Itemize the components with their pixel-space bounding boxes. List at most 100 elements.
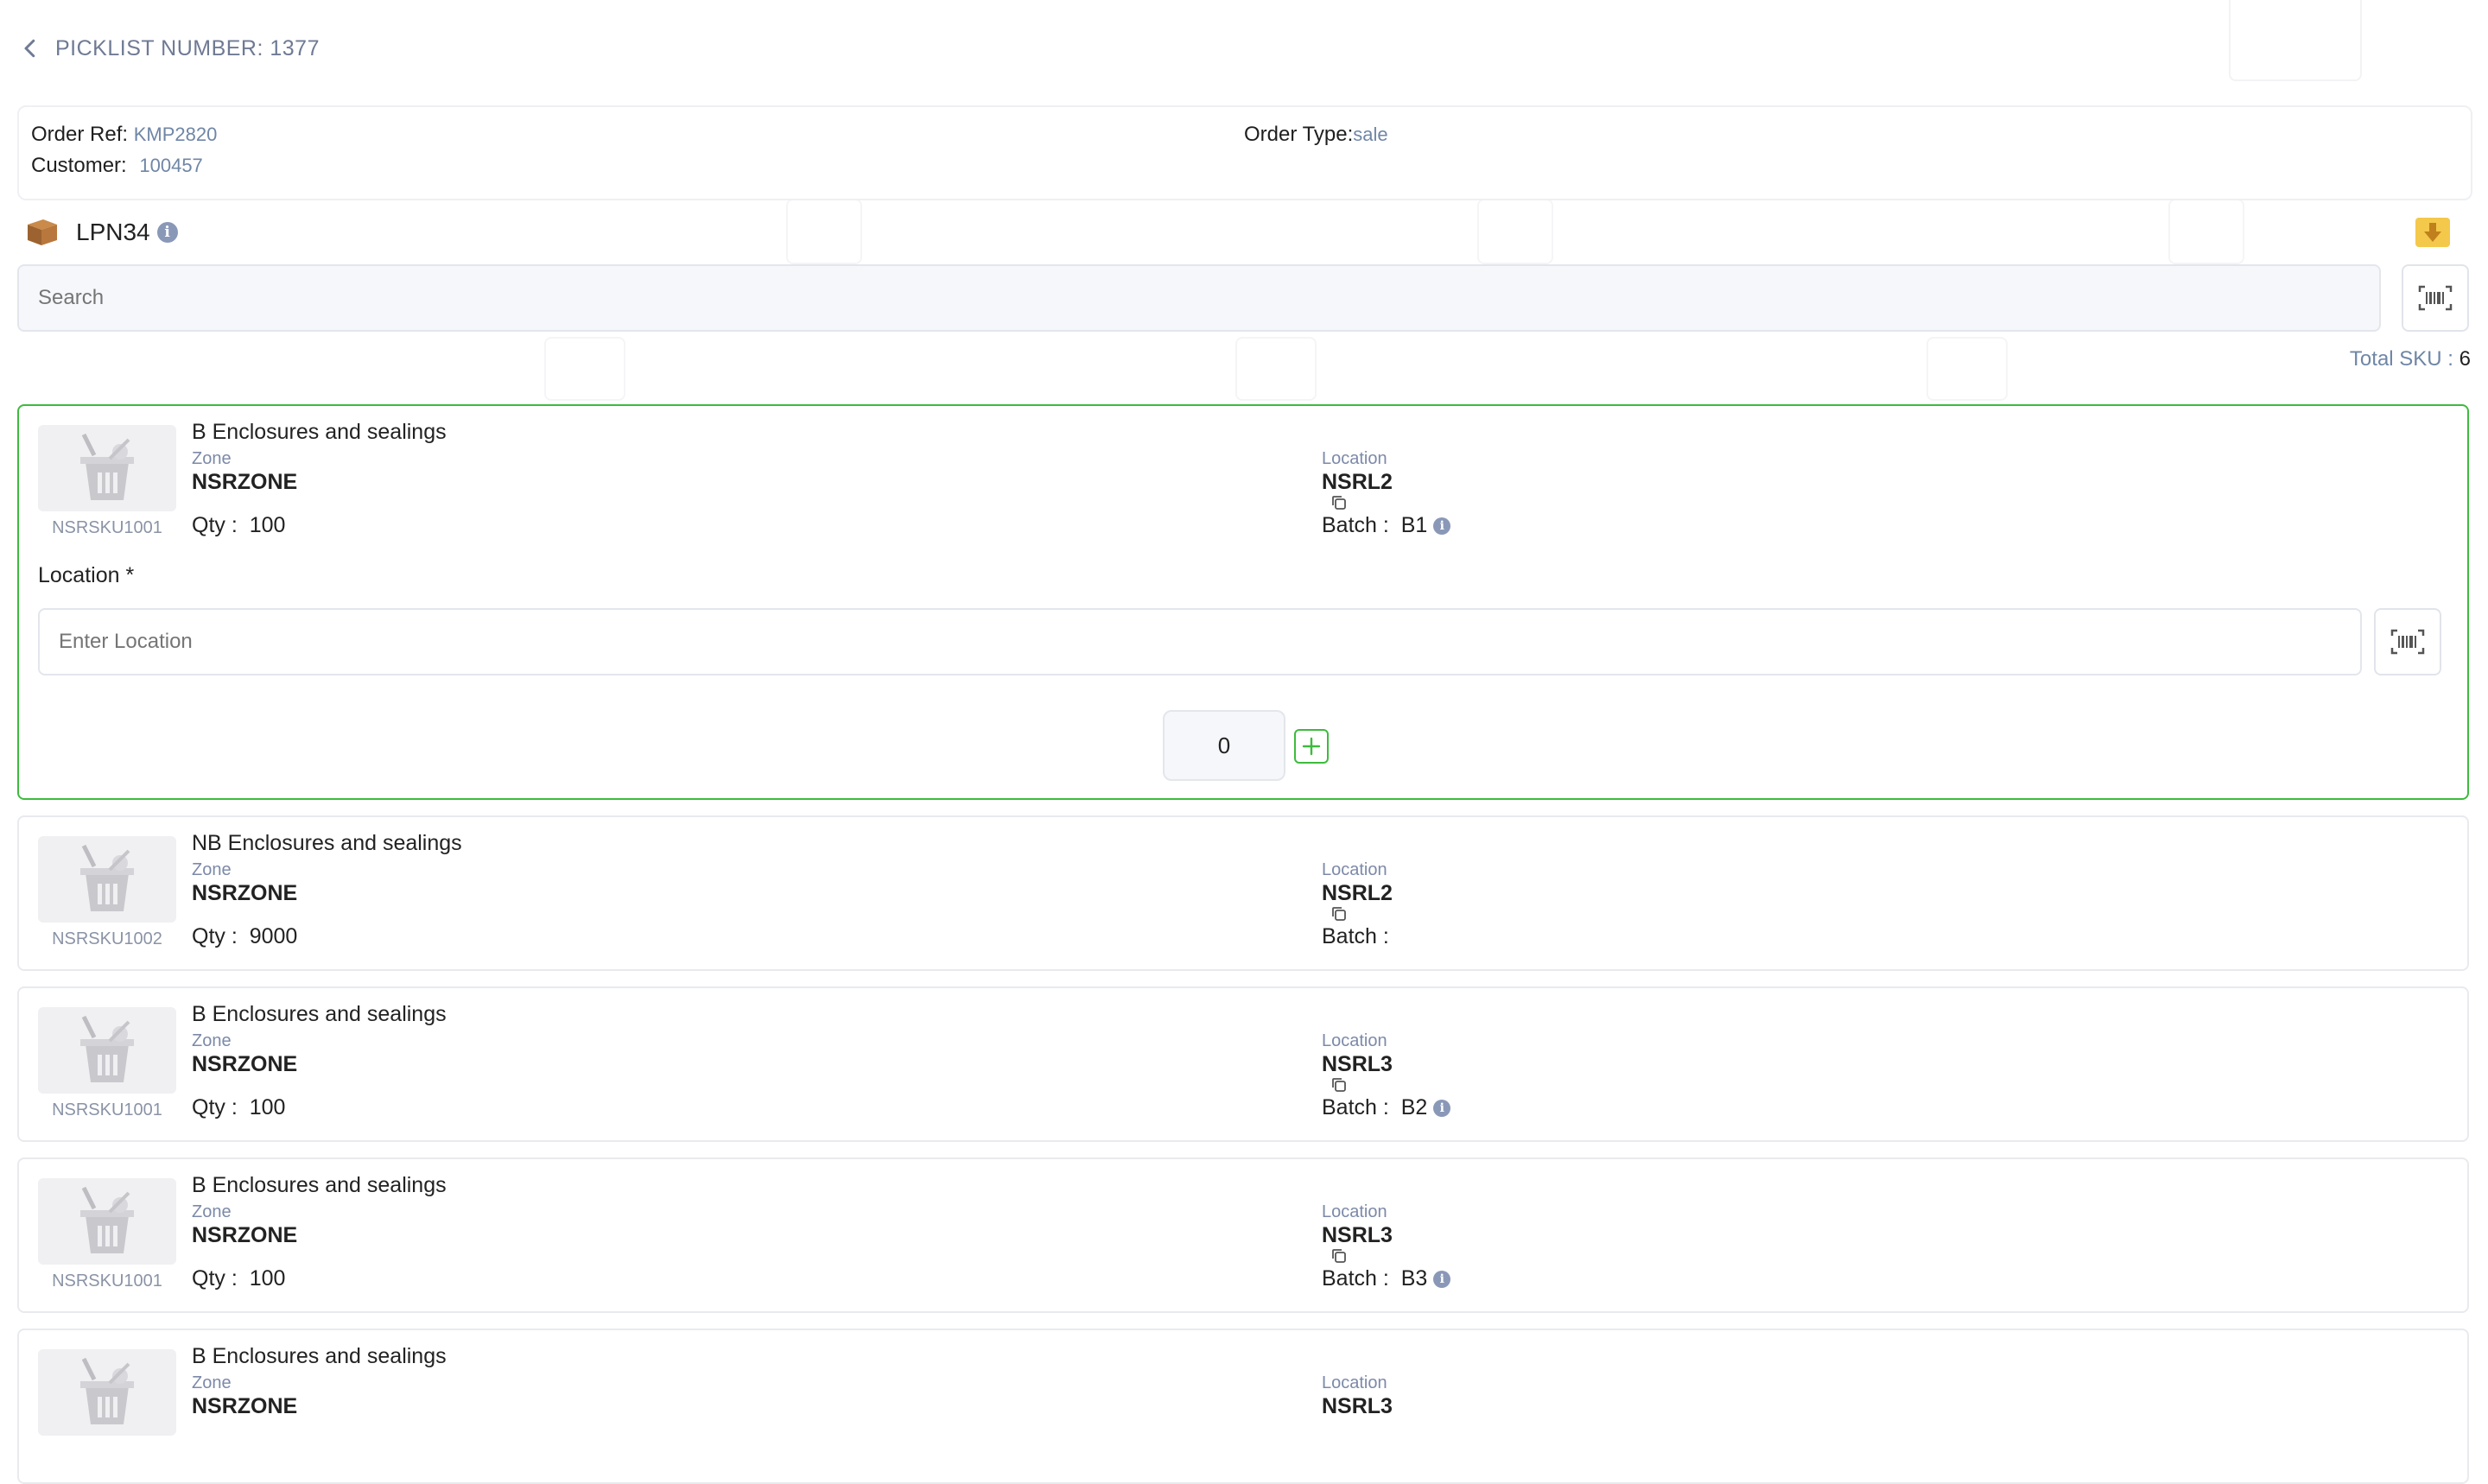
- background-decoration: [2229, 0, 2362, 81]
- item-title: B Enclosures and sealings: [192, 1344, 447, 1368]
- search-input[interactable]: [17, 264, 2381, 332]
- zone-value: NSRZONE: [192, 1223, 298, 1247]
- zone-value: NSRZONE: [192, 470, 298, 494]
- location-input[interactable]: [38, 608, 2362, 675]
- download-button[interactable]: [2415, 218, 2450, 247]
- pick-item-card[interactable]: NSRSKU1002 NB Enclosures and sealings Zo…: [17, 815, 2469, 971]
- location-value: NSRL3: [1322, 1223, 1393, 1247]
- page-header: PICKLIST NUMBER: 1377: [17, 31, 320, 66]
- basket-icon: [80, 844, 134, 911]
- batch: Batch : B2 i: [1322, 1095, 1451, 1120]
- zone-label: Zone: [192, 1202, 232, 1221]
- batch-info-icon[interactable]: i: [1433, 1271, 1451, 1289]
- item-title: B Enclosures and sealings: [192, 1002, 447, 1026]
- background-decoration: [2168, 199, 2244, 264]
- item-title: NB Enclosures and sealings: [192, 831, 462, 855]
- plus-icon: [1302, 737, 1321, 756]
- customer: Customer: 100457: [31, 154, 203, 177]
- batch-info-icon[interactable]: i: [1433, 1100, 1451, 1118]
- item-title: B Enclosures and sealings: [192, 420, 447, 444]
- pick-item-card[interactable]: NSRSKU1001 B Enclosures and sealings Zon…: [17, 986, 2469, 1142]
- location-label: Location: [1322, 449, 1387, 468]
- pick-item-card[interactable]: NSRSKU1001 B Enclosures and sealings Zon…: [17, 1157, 2469, 1313]
- basket-icon: [80, 1186, 134, 1253]
- zone-label: Zone: [192, 1373, 232, 1392]
- zone-label: Zone: [192, 860, 232, 879]
- sku-code: NSRSKU1001: [52, 1272, 162, 1291]
- item-title: B Enclosures and sealings: [192, 1173, 447, 1197]
- zone-value: NSRZONE: [192, 1052, 298, 1076]
- order-info-card: Order Ref: KMP2820 Customer: 100457 Orde…: [17, 105, 2472, 200]
- barcode-icon: [2390, 629, 2425, 655]
- zone-value: NSRZONE: [192, 881, 298, 905]
- batch: Batch : B3 i: [1322, 1266, 1451, 1291]
- location-scan-button[interactable]: [2374, 608, 2441, 675]
- download-arrow-icon: [2424, 223, 2441, 242]
- product-thumbnail: [38, 836, 176, 923]
- barcode-scan-button[interactable]: [2402, 264, 2469, 332]
- copy-icon[interactable]: [1330, 494, 1348, 511]
- qty: Qty : 9000: [192, 924, 298, 948]
- package-icon: [28, 219, 57, 245]
- lpn-row: LPN34 i: [24, 212, 178, 252]
- page-title: PICKLIST NUMBER: 1377: [55, 35, 320, 60]
- order-ref: Order Ref: KMP2820: [31, 123, 218, 146]
- sku-code: NSRSKU1001: [52, 518, 162, 537]
- qty-value: 9000: [249, 924, 298, 948]
- batch-info-icon[interactable]: i: [1433, 517, 1451, 536]
- batch: Batch : B1 i: [1322, 513, 1451, 538]
- basket-icon: [80, 1015, 134, 1082]
- increment-button[interactable]: [1294, 729, 1329, 764]
- qty: Qty : 100: [192, 513, 286, 537]
- background-decoration: [1926, 337, 2008, 401]
- location-value: NSRL3: [1322, 1052, 1393, 1076]
- location-label: Location: [1322, 1031, 1387, 1050]
- qty-value: 100: [249, 1095, 286, 1119]
- background-decoration: [786, 199, 862, 264]
- chevron-left-icon[interactable]: [17, 35, 43, 61]
- pick-item-card[interactable]: NSRSKU1001 B Enclosures and sealings Zon…: [17, 404, 2469, 800]
- lpn-label: LPN34: [76, 219, 150, 245]
- qty: Qty : 100: [192, 1266, 286, 1291]
- lpn-info-icon[interactable]: i: [156, 222, 178, 243]
- background-decoration: [1477, 199, 1553, 264]
- product-thumbnail: [38, 1007, 176, 1094]
- zone-value: NSRZONE: [192, 1394, 298, 1418]
- sku-code: NSRSKU1002: [52, 929, 162, 948]
- location-value: NSRL3: [1322, 1394, 1393, 1418]
- pick-item-card[interactable]: B Enclosures and sealings Zone NSRZONE L…: [17, 1329, 2469, 1484]
- order-ref-value: KMP2820: [133, 124, 218, 145]
- order-type: Order Type:sale: [1244, 123, 1388, 146]
- location-field-label: Location *: [38, 563, 135, 587]
- copy-icon[interactable]: [1330, 1247, 1348, 1265]
- location-value: NSRL2: [1322, 470, 1393, 494]
- batch-value: B3: [1400, 1266, 1428, 1291]
- location-value: NSRL2: [1322, 881, 1393, 905]
- product-thumbnail: [38, 1178, 176, 1265]
- background-decoration: [544, 337, 625, 401]
- background-decoration: [1235, 337, 1317, 401]
- basket-icon: [80, 1357, 134, 1424]
- customer-value: 100457: [139, 155, 203, 176]
- zone-label: Zone: [192, 449, 232, 468]
- total-sku-value: 6: [2459, 347, 2471, 371]
- total-sku: Total SKU : 6: [2349, 347, 2471, 371]
- batch: Batch :: [1322, 924, 1389, 948]
- product-thumbnail: [38, 425, 176, 511]
- qty-value: 100: [249, 513, 286, 537]
- qty: Qty : 100: [192, 1095, 286, 1119]
- product-thumbnail: [38, 1349, 176, 1436]
- qty-value: 100: [249, 1266, 286, 1291]
- sku-code: NSRSKU1001: [52, 1100, 162, 1119]
- pick-quantity-input[interactable]: 0: [1163, 710, 1285, 781]
- zone-label: Zone: [192, 1031, 232, 1050]
- basket-icon: [80, 433, 134, 500]
- order-type-value: sale: [1353, 124, 1388, 145]
- batch-value: B1: [1400, 513, 1428, 537]
- barcode-icon: [2418, 285, 2453, 311]
- location-label: Location: [1322, 1373, 1387, 1392]
- batch-value: B2: [1400, 1095, 1428, 1119]
- copy-icon[interactable]: [1330, 905, 1348, 923]
- copy-icon[interactable]: [1330, 1076, 1348, 1094]
- location-label: Location: [1322, 860, 1387, 879]
